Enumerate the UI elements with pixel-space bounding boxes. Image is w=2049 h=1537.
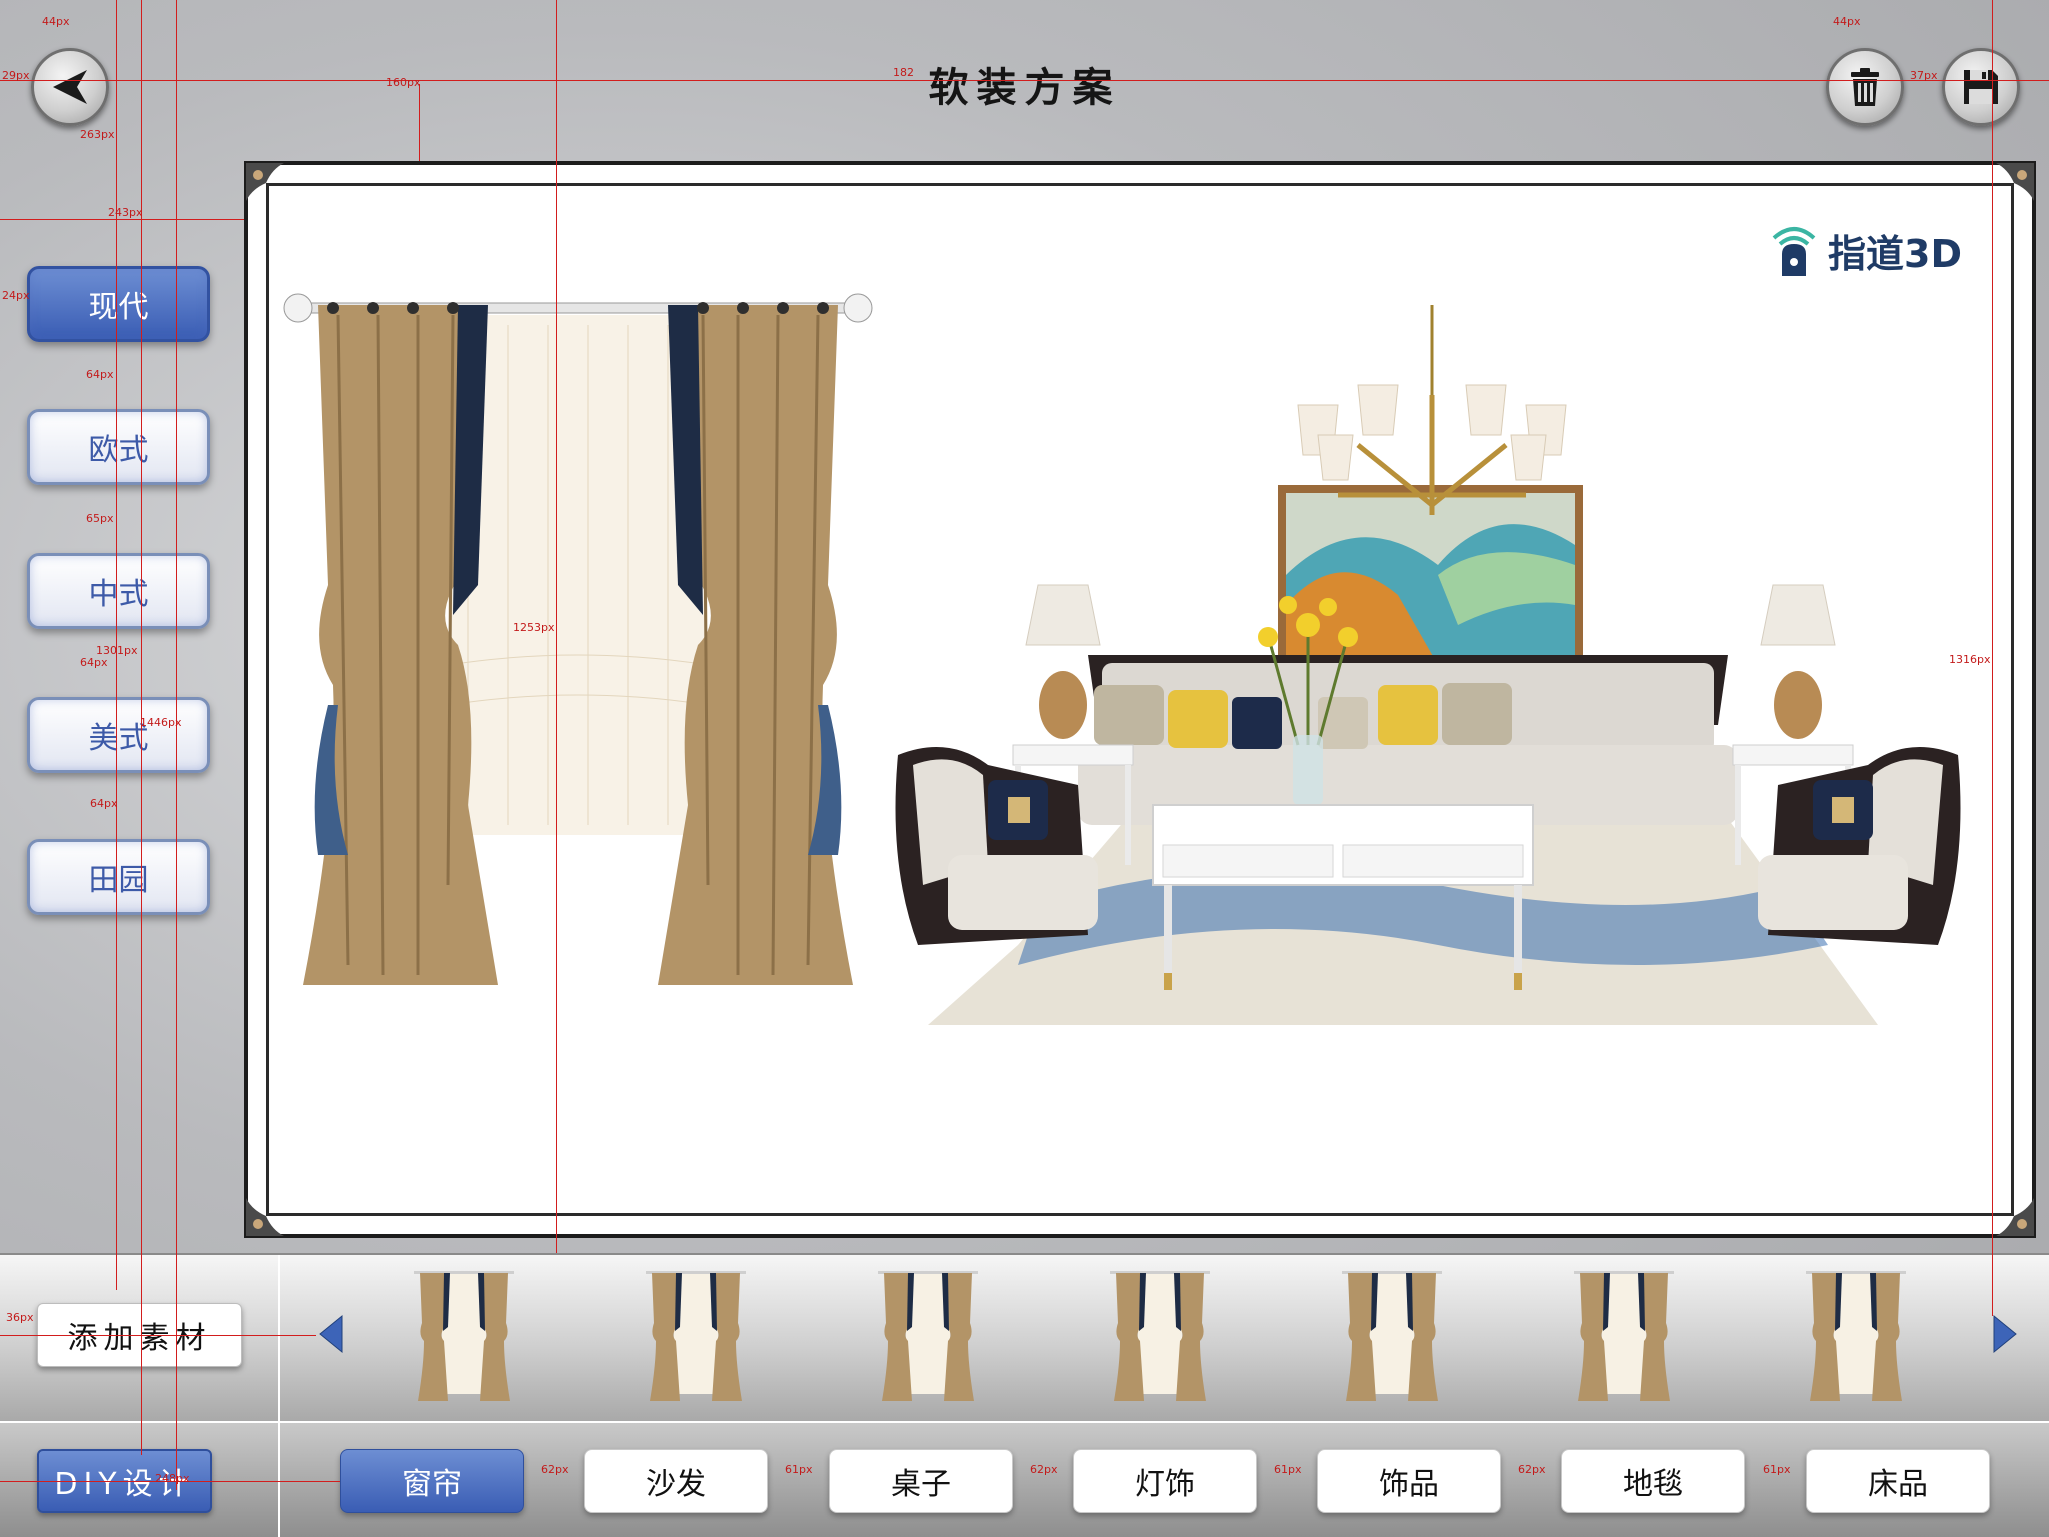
measure-label: 64px <box>80 656 108 669</box>
measure-label: 62px <box>541 1463 569 1476</box>
category-tab-rugs[interactable]: 地毯 <box>1561 1449 1745 1513</box>
measure-label: 243px <box>108 206 143 219</box>
guide-line <box>0 80 2049 81</box>
guide-line <box>1992 0 1993 1316</box>
triangle-left-icon[interactable] <box>316 1314 346 1354</box>
curtain-item[interactable] <box>278 285 878 1005</box>
material-thumbnail-curtain[interactable] <box>1572 1265 1676 1410</box>
measure-label: 160px <box>386 76 421 89</box>
category-tab-tables[interactable]: 桌子 <box>829 1449 1013 1513</box>
measure-label: 62px <box>1030 1463 1058 1476</box>
measure-label: 36px <box>6 1311 34 1324</box>
measure-label: 1446px <box>140 716 182 729</box>
living-room-scene[interactable] <box>838 245 2018 1105</box>
measure-label: 1253px <box>513 621 555 634</box>
bar-divider <box>278 1423 280 1537</box>
measure-label: 1301px <box>96 644 138 657</box>
curtain-thumbnail-icon <box>1110 1271 1210 1401</box>
style-button-chinese[interactable]: 中式 <box>27 553 210 629</box>
corner-ornament-icon <box>246 1198 284 1236</box>
measure-label: 248px <box>155 1472 190 1485</box>
guide-line <box>0 1335 316 1336</box>
page-title: 软装方案 <box>928 65 1121 111</box>
category-tab-lighting[interactable]: 灯饰 <box>1073 1449 1257 1513</box>
material-thumbnail-curtain[interactable] <box>1108 1265 1212 1410</box>
measure-label: 61px <box>1274 1463 1302 1476</box>
materials-strip <box>0 1253 2049 1421</box>
material-thumbnail-curtain[interactable] <box>876 1265 980 1410</box>
measure-label: 64px <box>86 368 114 381</box>
measure-label: 29px <box>2 69 30 82</box>
corner-ornament-icon <box>1996 1198 2034 1236</box>
measure-label: 24px <box>2 289 30 302</box>
trash-icon <box>1851 68 1879 106</box>
measure-label: 61px <box>785 1463 813 1476</box>
save-icon <box>1964 70 1998 104</box>
guide-line <box>419 84 420 161</box>
category-tab-curtains[interactable]: 窗帘 <box>340 1449 524 1513</box>
measure-label: 1316px <box>1949 653 1991 666</box>
measure-label: 61px <box>1763 1463 1791 1476</box>
guide-line <box>0 219 244 220</box>
style-button-european[interactable]: 欧式 <box>27 409 210 485</box>
measure-label: 65px <box>86 512 114 525</box>
measure-label: 64px <box>90 797 118 810</box>
category-tab-sofas[interactable]: 沙发 <box>584 1449 768 1513</box>
triangle-right-icon[interactable] <box>1990 1314 2020 1354</box>
curtain-thumbnail-icon <box>878 1271 978 1401</box>
curtain-thumbnail-icon <box>1806 1271 1906 1401</box>
category-tab-bedding[interactable]: 床品 <box>1806 1449 1990 1513</box>
style-button-pastoral[interactable]: 田园 <box>27 839 210 915</box>
corner-ornament-icon <box>1996 163 2034 201</box>
delete-button[interactable] <box>1826 48 1904 126</box>
save-button[interactable] <box>1942 48 2020 126</box>
back-arrow-icon <box>53 70 87 104</box>
measure-label: 44px <box>42 15 70 28</box>
corner-ornament-icon <box>246 163 284 201</box>
measure-label: 263px <box>80 128 115 141</box>
curtain-thumbnail-icon <box>1574 1271 1674 1401</box>
curtain-thumbnail-icon <box>1342 1271 1442 1401</box>
style-button-american[interactable]: 美式 <box>27 697 210 773</box>
style-button-modern[interactable]: 现代 <box>27 266 210 342</box>
guide-line <box>176 0 177 1490</box>
measure-label: 37px <box>1910 69 1938 82</box>
guide-line <box>556 0 557 1253</box>
strip-divider <box>278 1255 280 1421</box>
material-thumbnail-curtain[interactable] <box>644 1265 748 1410</box>
back-button[interactable] <box>31 48 109 126</box>
material-thumbnail-curtain[interactable] <box>412 1265 516 1410</box>
measure-label: 44px <box>1833 15 1861 28</box>
material-thumbnail-curtain[interactable] <box>1340 1265 1444 1410</box>
material-thumbnail-curtain[interactable] <box>1804 1265 1908 1410</box>
design-canvas[interactable]: 指道3D <box>244 161 2036 1238</box>
category-tab-decor[interactable]: 饰品 <box>1317 1449 1501 1513</box>
measure-label: 62px <box>1518 1463 1546 1476</box>
curtain-thumbnail-icon <box>414 1271 514 1401</box>
curtain-thumbnail-icon <box>646 1271 746 1401</box>
measure-label: 182 <box>893 66 914 79</box>
